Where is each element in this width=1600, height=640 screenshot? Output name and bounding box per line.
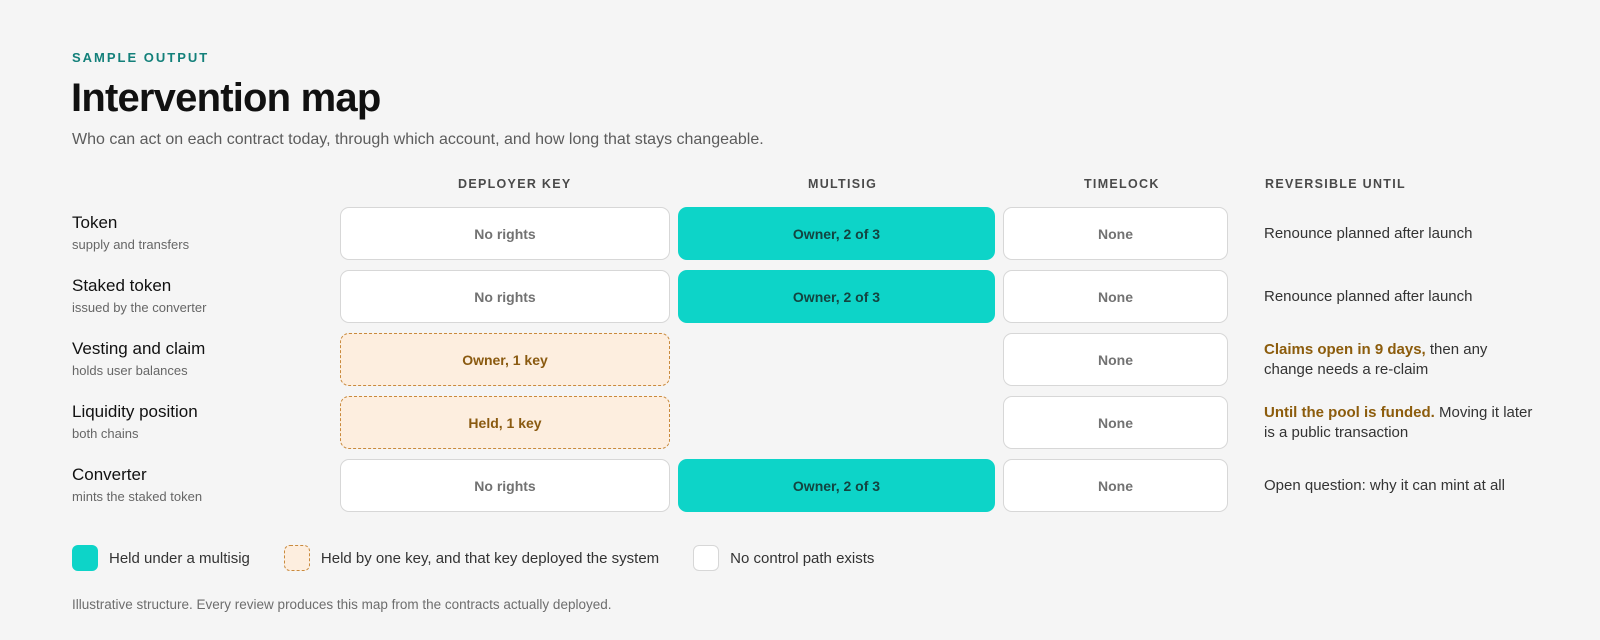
reversible-text: Renounce planned after launch (1264, 287, 1473, 305)
reversible-text: Open question: why it can mint at all (1264, 476, 1505, 494)
legend-label: No control path exists (730, 549, 875, 567)
multisig-cell: Owner, 2 of 3 (678, 207, 995, 260)
deployer-cell: No rights (340, 270, 670, 323)
timelock-cell: None (1003, 333, 1228, 386)
legend-swatch (72, 545, 98, 571)
row-label: Vesting and claim holds user balances (72, 338, 205, 379)
row-description: supply and transfers (72, 237, 190, 252)
deployer-cell: No rights (340, 207, 670, 260)
legend-item-key: Held by one key, and that key deployed t… (283, 545, 660, 571)
legend-swatch (693, 545, 720, 571)
row-name: Converter (72, 465, 147, 484)
column-header-reversible: REVERSIBLE UNTIL (1265, 177, 1406, 191)
row-label: Liquidity position both chains (72, 401, 198, 442)
row-name: Vesting and claim (72, 339, 206, 358)
row-description: holds user balances (72, 363, 188, 378)
footnote: Illustrative structure. Every review pro… (72, 597, 612, 612)
row-description: mints the staked token (72, 489, 203, 504)
legend-item-multi: Held under a multisig (72, 545, 250, 571)
reversible-emphasis: Claims open in 9 days, (1264, 340, 1426, 358)
timelock-cell: None (1003, 270, 1228, 323)
page-subtitle: Who can act on each contract today, thro… (72, 131, 764, 148)
row-label: Token supply and transfers (72, 212, 189, 253)
row-name: Token (72, 213, 118, 232)
row-description: both chains (72, 426, 139, 441)
reversible-emphasis: Until the pool is funded. (1264, 403, 1435, 421)
multisig-cell: Owner, 2 of 3 (678, 270, 995, 323)
deployer-cell: No rights (340, 459, 670, 512)
row-label: Converter mints the staked token (72, 464, 202, 505)
timelock-cell: None (1003, 207, 1228, 260)
legend: Held under a multisig Held by one key, an… (72, 545, 908, 571)
reversible-text: Renounce planned after launch (1264, 224, 1473, 242)
reversible-until-cell: Renounce planned after launch (1264, 270, 1534, 323)
reversible-until-cell: Open question: why it can mint at all (1264, 459, 1534, 512)
legend-label: Held under a multisig (109, 549, 250, 567)
legend-item-none: No control path exists (693, 545, 874, 571)
column-header-deployer: DEPLOYER KEY (458, 177, 572, 191)
column-header-multisig: MULTISIG (808, 177, 878, 191)
reversible-until-cell: Renounce planned after launch (1264, 207, 1534, 260)
row-description: issued by the converter (72, 300, 207, 315)
multisig-cell: Owner, 2 of 3 (678, 459, 995, 512)
reversible-until-cell: Until the pool is funded. Moving it late… (1264, 396, 1534, 449)
deployer-cell: Owner, 1 key (340, 333, 670, 386)
column-header-timelock: TIMELOCK (1084, 177, 1160, 191)
row-label: Staked token issued by the converter (72, 275, 206, 316)
eyebrow-label: SAMPLE OUTPUT (72, 50, 210, 65)
legend-swatch (283, 545, 310, 571)
timelock-cell: None (1003, 396, 1228, 449)
row-name: Liquidity position (72, 402, 198, 421)
timelock-cell: None (1003, 459, 1228, 512)
legend-label: Held by one key, and that key deployed t… (320, 549, 660, 567)
page-title: Intervention map (71, 76, 381, 120)
row-name: Staked token (72, 276, 172, 295)
deployer-cell: Held, 1 key (340, 396, 670, 449)
reversible-until-cell: Claims open in 9 days, then any change n… (1264, 333, 1534, 386)
